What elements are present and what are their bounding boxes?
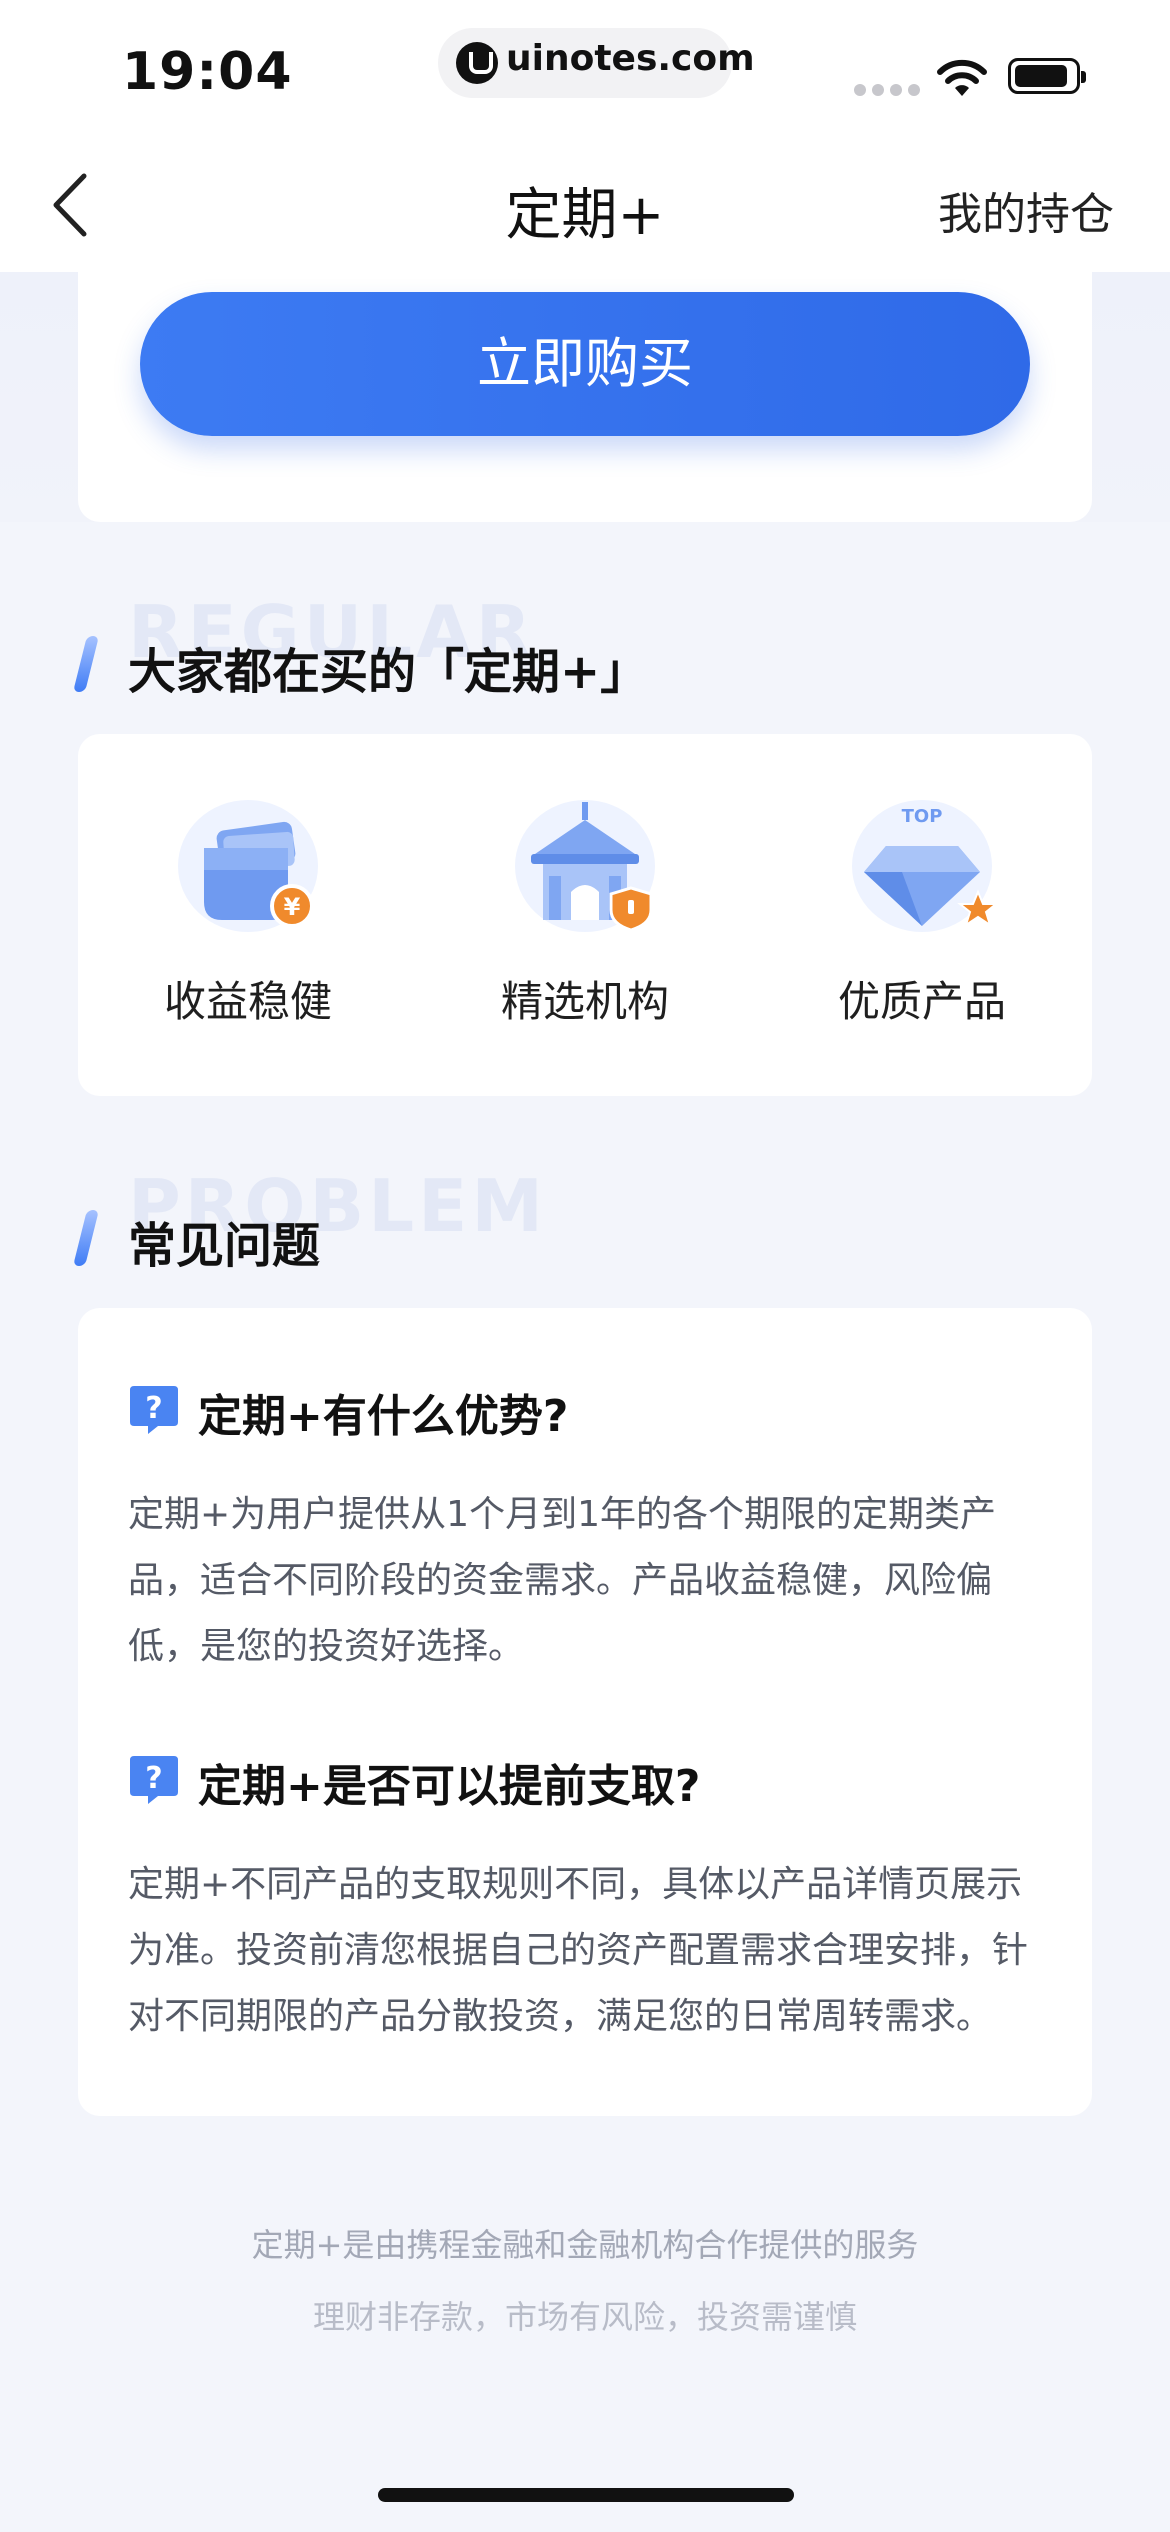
feature-label: 精选机构 — [500, 977, 669, 1026]
faq-card: ? 定期+有什么优势? 定期+为用户提供从1个月到1年的各个期限的定期类产 品，… — [78, 1308, 1092, 2116]
faq-answer-2: 定期+不同产品的支取规则不同，具体以产品详情页展示 为准。投资前清您根据自己的资… — [128, 1852, 1048, 2050]
feature-label: 优质产品 — [837, 977, 1006, 1026]
footer-disclaimer-service: 定期+是由携程金融和金融机构合作提供的服务 — [251, 2226, 919, 2264]
faq-answer-1: 定期+为用户提供从1个月到1年的各个期限的定期类产 品，适合不同阶段的资金需求。… — [128, 1482, 1048, 1680]
url-text: uinotes.com — [506, 38, 755, 79]
faq-question-text: 定期+是否可以提前支取? — [198, 1761, 701, 1812]
footer-disclaimer-risk: 理财非存款，市场有风险，投资需谨慎 — [312, 2298, 857, 2336]
feature-label: 收益稳健 — [163, 977, 332, 1026]
faq-section-title: 常见问题 — [128, 1218, 321, 1274]
site-logo-icon — [456, 42, 498, 84]
feature-quality-products: TOP 优质产品 — [782, 796, 1062, 1029]
nav-bar: 定期+ 我的持仓 — [0, 130, 1170, 273]
features-card: ¥ 收益稳健 精选机构 TOP 优质产品 — [78, 734, 1092, 1096]
battery-icon — [1008, 58, 1086, 94]
institution-shield-icon — [515, 800, 655, 932]
features-section-title: 大家都在买的「定期+」 — [128, 644, 649, 700]
answer-line: 为准。投资前清您根据自己的资产配置需求合理安排，针 — [128, 1930, 1029, 1971]
feature-stable-returns: ¥ 收益稳健 — [108, 796, 388, 1029]
wallet-yuan-icon: ¥ — [178, 800, 318, 932]
my-holdings-link[interactable]: 我的持仓 — [938, 178, 1114, 242]
section-accent-bar — [73, 1210, 99, 1266]
diamond-top-star-icon: TOP — [852, 800, 999, 932]
question-bubble-icon: ? — [130, 1756, 178, 1804]
signal-icon — [854, 84, 920, 96]
question-bubble-icon: ? — [130, 1386, 178, 1434]
svg-text:?: ? — [145, 1761, 162, 1796]
wifi-icon — [937, 59, 987, 96]
feature-selected-institutions: 精选机构 — [445, 796, 725, 1029]
section-accent-bar — [73, 636, 99, 692]
answer-line: 对不同期限的产品分散投资，满足您的日常周转需求。 — [128, 1996, 993, 2037]
answer-line: 品，适合不同阶段的资金需求。产品收益稳健，风险偏 — [128, 1560, 993, 1601]
buy-now-button[interactable]: 立即购买 — [140, 292, 1030, 436]
svg-text:?: ? — [145, 1391, 162, 1426]
svg-text:¥: ¥ — [284, 893, 301, 921]
answer-line: 低，是您的投资好选择。 — [128, 1626, 525, 1667]
status-bar: 19:04 uinotes.com — [0, 0, 1170, 130]
url-pill[interactable]: uinotes.com — [438, 28, 755, 98]
answer-line: 定期+为用户提供从1个月到1年的各个期限的定期类产 — [128, 1494, 996, 1535]
svg-text:TOP: TOP — [902, 806, 943, 827]
status-time: 19:04 — [122, 42, 293, 102]
home-indicator[interactable] — [378, 2488, 794, 2502]
answer-line: 定期+不同产品的支取规则不同，具体以产品详情页展示 — [128, 1864, 1023, 1905]
faq-question-text: 定期+有什么优势? — [198, 1391, 569, 1442]
